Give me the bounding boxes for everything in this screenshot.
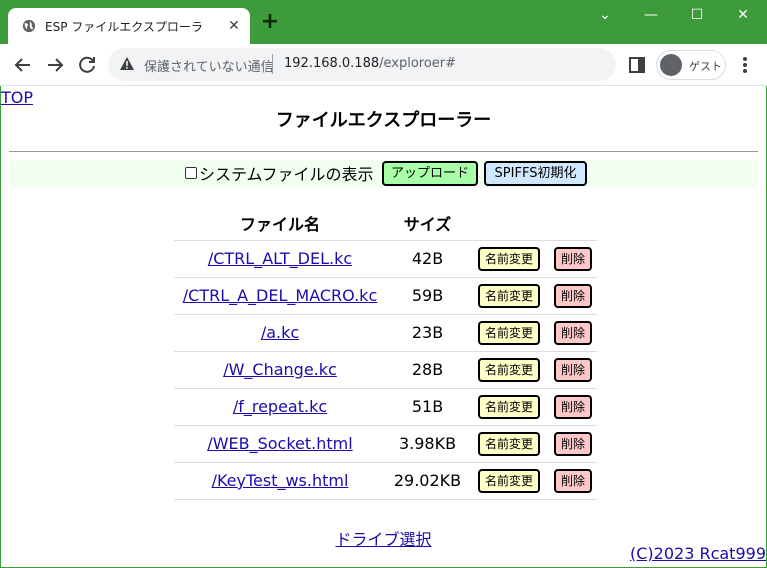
file-name-cell: /CTRL_ALT_DEL.kc <box>174 239 386 277</box>
file-table: ファイル名 サイズ /CTRL_ALT_DEL.kc 42B 名前変更 削除/CTRL… <box>174 206 598 500</box>
file-name-cell: /CTRL_A_DEL_MACRO.kc <box>174 276 386 314</box>
delete-button[interactable]: 削除 <box>554 394 593 419</box>
table-row: /CTRL_A_DEL_MACRO.kc 59B 名前変更 削除 <box>174 276 598 314</box>
file-size: 42B <box>386 239 469 277</box>
browser-titlebar: ESP ファイルエクスプローラ ✕ + ⌄ — ☐ ✕ <box>0 0 767 44</box>
profile-button[interactable]: ゲスト <box>656 50 726 80</box>
reload-icon[interactable] <box>75 53 99 77</box>
spiffs-init-button[interactable]: SPIFFS初期化 <box>484 161 587 186</box>
delete-button[interactable]: 削除 <box>554 283 593 308</box>
security-status: 保護されていない通信 <box>144 60 274 75</box>
url-text: 192.168.0.188/exploroer# <box>284 56 457 71</box>
controls-bar: システムファイルの表示 アップロード SPIFFS初期化 <box>9 160 758 187</box>
table-row: /W_Change.kc 28B 名前変更 削除 <box>174 350 598 388</box>
minimize-icon[interactable]: — <box>628 0 674 32</box>
page-title: ファイルエクスプローラー <box>275 110 492 131</box>
file-size: 23B <box>386 313 469 351</box>
file-size: 28B <box>386 350 469 388</box>
forward-arrow-icon[interactable] <box>43 53 67 77</box>
rename-cell: 名前変更 <box>469 350 549 388</box>
new-tab-icon[interactable]: + <box>260 11 280 33</box>
delete-cell: 削除 <box>549 387 598 425</box>
header-empty <box>469 206 549 240</box>
file-link[interactable]: /CTRL_A_DEL_MACRO.kc <box>183 286 378 305</box>
file-name-cell: /WEB_Socket.html <box>174 424 386 462</box>
rename-cell: 名前変更 <box>469 424 549 462</box>
file-link[interactable]: /a.kc <box>261 323 299 342</box>
rename-button[interactable]: 名前変更 <box>477 320 540 345</box>
url-divider <box>272 54 273 74</box>
table-row: /CTRL_ALT_DEL.kc 42B 名前変更 削除 <box>174 239 598 277</box>
file-name-cell: /KeyTest_ws.html <box>174 461 386 500</box>
file-name-cell: /f_repeat.kc <box>174 387 386 425</box>
delete-button[interactable]: 削除 <box>554 431 593 456</box>
delete-cell: 削除 <box>549 424 598 462</box>
rename-cell: 名前変更 <box>469 239 549 277</box>
table-row: /KeyTest_ws.html 29.02KB 名前変更 削除 <box>174 461 598 500</box>
file-size: 29.02KB <box>386 461 469 500</box>
file-name-cell: /a.kc <box>174 313 386 351</box>
delete-button[interactable]: 削除 <box>554 320 593 345</box>
file-link[interactable]: /CTRL_ALT_DEL.kc <box>208 249 352 268</box>
table-row: /WEB_Socket.html 3.98KB 名前変更 削除 <box>174 424 598 462</box>
rename-button[interactable]: 名前変更 <box>477 283 540 308</box>
globe-icon <box>22 19 36 33</box>
divider <box>9 151 758 152</box>
upload-button[interactable]: アップロード <box>382 161 478 186</box>
profile-label: ゲスト <box>689 60 722 73</box>
file-link[interactable]: /f_repeat.kc <box>233 397 327 416</box>
header-empty <box>549 206 597 240</box>
file-size: 59B <box>386 276 469 314</box>
side-panel-icon[interactable] <box>626 54 648 76</box>
rename-button[interactable]: 名前変更 <box>477 468 540 493</box>
address-bar[interactable]: 保護されていない通信 192.168.0.188/exploroer# <box>108 48 616 81</box>
window-close-icon[interactable]: ✕ <box>720 0 766 32</box>
avatar-icon <box>660 54 682 76</box>
system-files-label: システムファイルの表示 <box>199 165 374 184</box>
header-filename: ファイル名 <box>239 214 320 234</box>
delete-button[interactable]: 削除 <box>554 246 593 271</box>
rename-cell: 名前変更 <box>469 387 549 425</box>
rename-cell: 名前変更 <box>469 276 549 314</box>
warning-icon[interactable] <box>119 56 135 72</box>
file-link[interactable]: /WEB_Socket.html <box>207 434 352 453</box>
delete-button[interactable]: 削除 <box>554 468 593 493</box>
delete-button[interactable]: 削除 <box>554 357 593 382</box>
system-files-checkbox[interactable] <box>185 167 197 179</box>
rename-button[interactable]: 名前変更 <box>477 394 540 419</box>
delete-cell: 削除 <box>549 313 598 351</box>
table-header-row: ファイル名 サイズ <box>174 206 597 240</box>
table-row: /f_repeat.kc 51B 名前変更 削除 <box>174 387 598 425</box>
close-icon[interactable]: ✕ <box>226 18 242 34</box>
delete-cell: 削除 <box>549 239 598 277</box>
delete-cell: 削除 <box>549 276 598 314</box>
file-link[interactable]: /KeyTest_ws.html <box>212 471 349 490</box>
delete-cell: 削除 <box>549 461 598 500</box>
rename-button[interactable]: 名前変更 <box>477 246 540 271</box>
back-arrow-icon[interactable] <box>11 53 35 77</box>
browser-toolbar: 保護されていない通信 192.168.0.188/exploroer# ゲスト <box>0 44 767 86</box>
page-content: TOP ファイルエクスプローラー システムファイルの表示 アップロード SPIF… <box>1 86 766 567</box>
rename-cell: 名前変更 <box>469 313 549 351</box>
maximize-icon[interactable]: ☐ <box>674 0 720 32</box>
copyright-link[interactable]: (C)2023 Rcat999 <box>630 544 766 563</box>
file-size: 3.98KB <box>386 424 469 462</box>
rename-button[interactable]: 名前変更 <box>477 431 540 456</box>
delete-cell: 削除 <box>549 350 598 388</box>
file-name-cell: /W_Change.kc <box>174 350 386 388</box>
more-menu-icon[interactable] <box>734 54 756 76</box>
system-files-toggle[interactable]: システムファイルの表示 <box>185 162 374 184</box>
file-link[interactable]: /W_Change.kc <box>223 360 337 379</box>
rename-cell: 名前変更 <box>469 461 549 500</box>
tab-title: ESP ファイルエクスプローラ <box>45 20 203 34</box>
top-link[interactable]: TOP <box>1 88 33 107</box>
browser-tab[interactable]: ESP ファイルエクスプローラ ✕ <box>8 8 250 44</box>
rename-button[interactable]: 名前変更 <box>477 357 540 382</box>
header-size: サイズ <box>403 214 452 234</box>
chevron-down-icon[interactable]: ⌄ <box>582 0 628 32</box>
table-row: /a.kc 23B 名前変更 削除 <box>174 313 598 351</box>
file-size: 51B <box>386 387 469 425</box>
